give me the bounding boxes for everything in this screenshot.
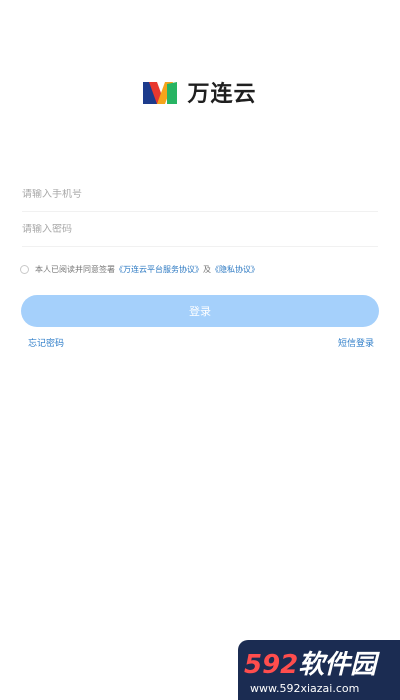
site-watermark: 592软件园 www.592xiazai.com — [238, 640, 400, 700]
app-logo: 万连云 — [0, 76, 400, 108]
watermark-title: 592软件园 — [244, 644, 376, 681]
privacy-agreement-link[interactable]: 《隐私协议》 — [211, 264, 259, 275]
brand-logo-icon — [143, 82, 178, 104]
sms-login-link[interactable]: 短信登录 — [338, 336, 374, 349]
watermark-url: www.592xiazai.com — [250, 682, 360, 695]
phone-input[interactable] — [22, 189, 378, 200]
watermark-chinese: 软件园 — [298, 650, 377, 680]
password-input[interactable] — [22, 224, 378, 235]
app-name: 万连云 — [187, 82, 257, 107]
agreement-and: 及 — [203, 265, 211, 274]
password-field[interactable] — [22, 213, 378, 247]
agreement-checkbox[interactable] — [20, 265, 29, 274]
agreement-row: 本人已阅读并同意签署 《万连云平台服务协议》 及 《隐私协议》 — [20, 264, 259, 275]
phone-field[interactable] — [22, 178, 378, 212]
forgot-password-link[interactable]: 忘记密码 — [28, 336, 64, 349]
service-agreement-link[interactable]: 《万连云平台服务协议》 — [115, 264, 203, 275]
watermark-number: 592 — [244, 650, 299, 680]
login-button[interactable]: 登录 — [21, 295, 379, 327]
agreement-text: 本人已阅读并同意签署 — [35, 265, 115, 274]
